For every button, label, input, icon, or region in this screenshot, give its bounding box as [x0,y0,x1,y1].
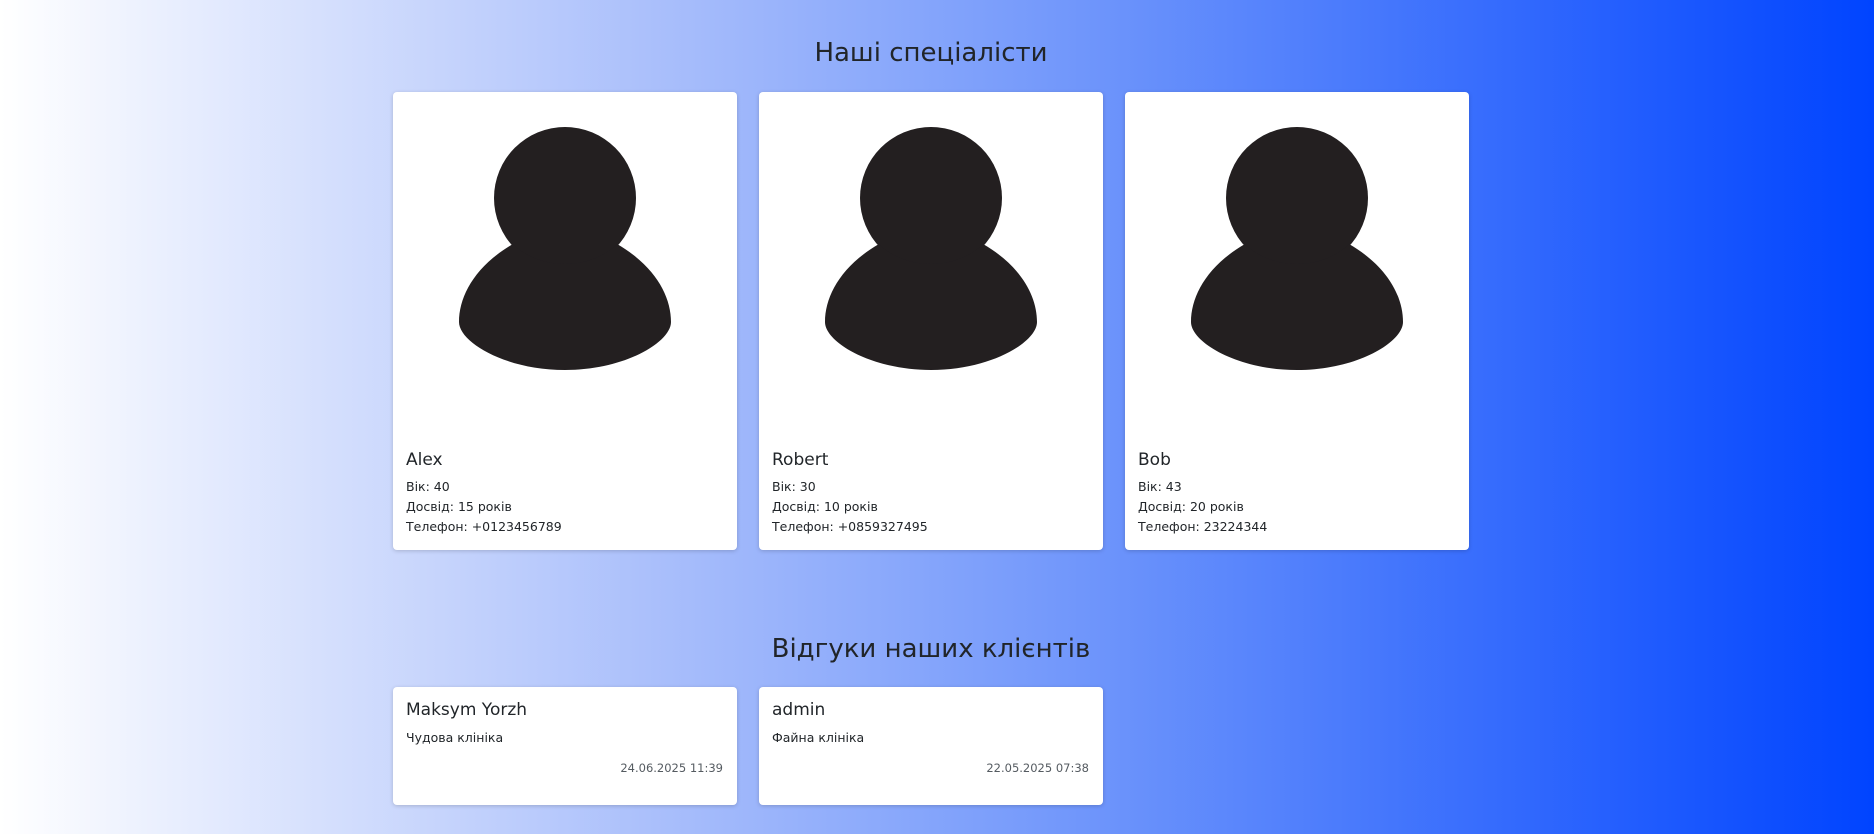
specialist-age: Вік: 30 [772,479,816,494]
specialist-card[interactable]: Bob Вік: 43 Досвід: 20 років Телефон: 23… [1125,92,1469,550]
review-date: 24.06.2025 11:39 [620,761,723,775]
specialist-experience: Досвід: 15 років [406,499,512,514]
review-date: 22.05.2025 07:38 [986,761,1089,775]
user-silhouette-icon [825,127,1037,370]
specialist-phone: Телефон: 23224344 [1138,519,1268,534]
specialist-name: Bob [1138,450,1171,470]
specialist-experience: Досвід: 10 років [772,499,878,514]
specialist-age: Вік: 43 [1138,479,1182,494]
review-text: Чудова клініка [406,730,504,745]
specialist-phone: Телефон: +0859327495 [772,519,928,534]
specialist-name: Alex [406,450,443,470]
specialist-name: Robert [772,450,829,470]
specialist-card[interactable]: Robert Вік: 30 Досвід: 10 років Телефон:… [759,92,1103,550]
review-author: admin [772,700,826,720]
reviews-section-title: Відгуки наших клієнтів [771,634,1091,664]
specialist-card[interactable]: Alex Вік: 40 Досвід: 15 років Телефон: +… [393,92,737,550]
specialist-phone: Телефон: +0123456789 [406,519,562,534]
review-card: admin Файна клініка 22.05.2025 07:38 [759,687,1103,805]
specialist-experience: Досвід: 20 років [1138,499,1244,514]
review-card: Maksym Yorzh Чудова клініка 24.06.2025 1… [393,687,737,805]
review-text: Файна клініка [772,730,865,745]
user-silhouette-icon [459,127,671,370]
user-silhouette-icon [1191,127,1403,370]
specialist-age: Вік: 40 [406,479,450,494]
specialists-section-title: Наші спеціалісти [814,38,1048,68]
review-author: Maksym Yorzh [406,700,528,720]
